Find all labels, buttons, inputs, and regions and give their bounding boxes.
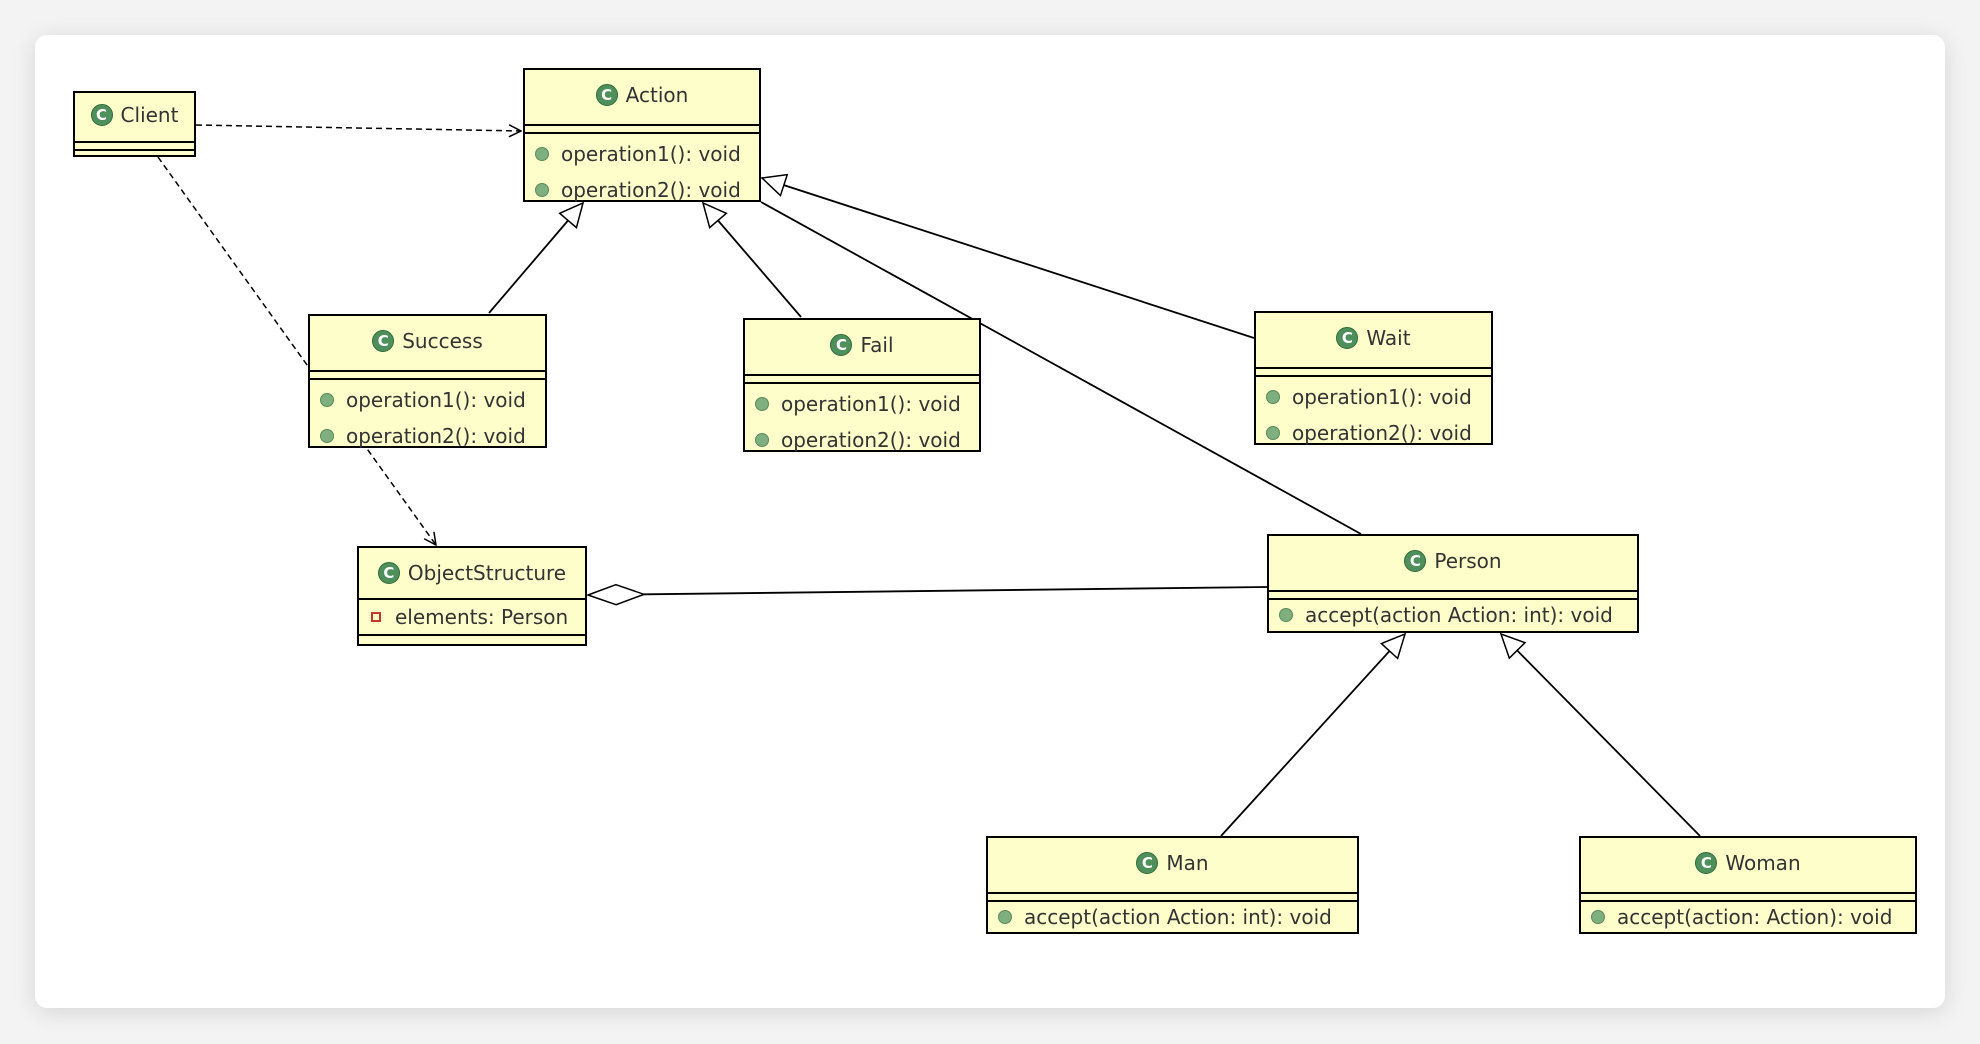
method-row: operation2(): void	[1256, 415, 1491, 451]
method-signature: operation2(): void	[1292, 421, 1472, 445]
class-icon: C	[1336, 327, 1359, 349]
generalization-man-person	[1220, 632, 1407, 837]
public-method-icon	[1266, 390, 1280, 404]
class-name: Wait	[1366, 326, 1411, 350]
class-name: Client	[120, 103, 179, 127]
class-action[interactable]: C Action operation1(): void operation2():…	[523, 68, 761, 202]
method-signature: operation2(): void	[346, 424, 526, 448]
compartment-divider	[1269, 590, 1637, 600]
method-signature: operation2(): void	[781, 428, 961, 452]
class-icon: C	[377, 562, 400, 584]
method-row: operation2(): void	[310, 418, 545, 454]
public-method-icon	[535, 183, 549, 197]
class-fail[interactable]: C Fail operation1(): void operation2(): v…	[743, 318, 981, 452]
public-method-icon	[1591, 910, 1605, 924]
class-name: Woman	[1725, 851, 1801, 875]
method-signature: accept(action Action: int): void	[1024, 905, 1332, 929]
private-field-icon	[371, 612, 381, 622]
field-signature: elements: Person	[395, 605, 569, 629]
method-signature: operation1(): void	[346, 388, 526, 412]
method-signature: operation2(): void	[561, 178, 741, 202]
compartment-divider	[745, 374, 979, 384]
class-icon: C	[1136, 852, 1159, 874]
class-icon: C	[595, 84, 618, 106]
public-method-icon	[320, 393, 334, 407]
compartment-divider	[1581, 892, 1915, 902]
class-wait[interactable]: C Wait operation1(): void operation2(): v…	[1254, 311, 1493, 445]
method-row: operation1(): void	[1256, 379, 1491, 415]
compartment-divider	[988, 892, 1357, 902]
public-method-icon	[755, 433, 769, 447]
method-row: operation2(): void	[525, 172, 759, 208]
public-method-icon	[1266, 426, 1280, 440]
class-name: Fail	[860, 333, 894, 357]
class-icon: C	[1404, 550, 1427, 572]
class-icon: C	[830, 334, 853, 356]
class-icon: C	[372, 330, 395, 352]
method-row: accept(action Action: int): void	[988, 902, 1357, 932]
method-signature: accept(action Action: int): void	[1305, 603, 1613, 627]
method-signature: operation1(): void	[1292, 385, 1472, 409]
method-row: operation1(): void	[525, 136, 759, 172]
method-row: operation2(): void	[745, 422, 979, 458]
class-name: Action	[625, 83, 689, 107]
method-row: accept(action: Action): void	[1581, 902, 1915, 932]
public-method-icon	[1279, 608, 1293, 622]
class-client[interactable]: C Client	[73, 91, 196, 157]
compartment-divider	[1256, 367, 1491, 377]
dependency-client-action	[195, 125, 521, 131]
class-objectstructure[interactable]: C ObjectStructure elements: Person	[357, 546, 587, 646]
generalization-success-action	[488, 201, 585, 314]
class-person[interactable]: C Person accept(action Action: int): void	[1267, 534, 1639, 633]
public-method-icon	[998, 910, 1012, 924]
field-row: elements: Person	[359, 600, 585, 634]
method-signature: operation1(): void	[561, 142, 741, 166]
public-method-icon	[535, 147, 549, 161]
generalization-fail-action	[701, 201, 802, 318]
class-success[interactable]: C Success operation1(): void operation2()…	[308, 314, 547, 448]
compartment-divider	[75, 141, 194, 151]
public-method-icon	[755, 397, 769, 411]
class-icon: C	[90, 104, 113, 126]
method-row: operation1(): void	[310, 382, 545, 418]
method-row: accept(action Action: int): void	[1269, 600, 1637, 630]
generalization-woman-person	[1499, 632, 1701, 837]
class-name: ObjectStructure	[407, 561, 567, 585]
class-man[interactable]: C Man accept(action Action: int): void	[986, 836, 1359, 934]
compartment-divider	[359, 634, 585, 636]
class-woman[interactable]: C Woman accept(action: Action): void	[1579, 836, 1917, 934]
compartment-divider	[310, 370, 545, 380]
public-method-icon	[320, 429, 334, 443]
aggregation-objectstructure-person	[588, 587, 1268, 595]
class-name: Success	[402, 329, 483, 353]
method-signature: operation1(): void	[781, 392, 961, 416]
class-name: Person	[1434, 549, 1502, 573]
method-signature: accept(action: Action): void	[1617, 905, 1893, 929]
generalization-wait-action	[760, 173, 1255, 339]
method-row: operation1(): void	[745, 386, 979, 422]
class-icon: C	[1695, 852, 1718, 874]
compartment-divider	[525, 124, 759, 134]
class-name: Man	[1166, 851, 1209, 875]
